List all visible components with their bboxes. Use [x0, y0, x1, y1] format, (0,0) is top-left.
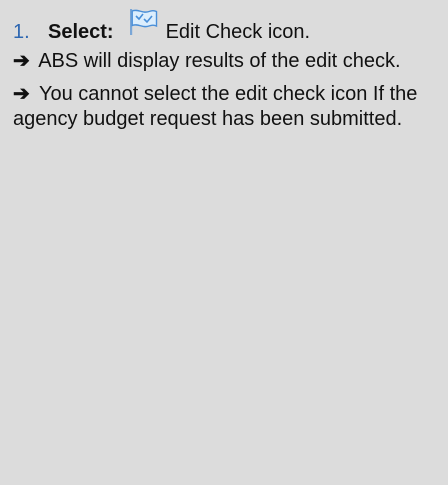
arrow-icon: ➔ [13, 83, 30, 105]
result-note-text: ABS will display results of the edit che… [38, 50, 401, 72]
edit-check-flag-icon [128, 7, 158, 43]
step-number: 1. [13, 21, 30, 43]
arrow-icon: ➔ [13, 50, 30, 72]
restriction-note-text: You cannot select the edit check icon If… [13, 83, 418, 130]
instruction-panel: 1. Select: Edit Check icon. ➔ ABS will d… [0, 0, 448, 485]
restriction-note: ➔ You cannot select the edit check icon … [0, 82, 436, 132]
step-target-text: Edit Check icon. [165, 21, 311, 43]
step-1: 1. Select: Edit Check icon. [0, 6, 436, 45]
step-action-label: Select: [48, 21, 114, 43]
result-note: ➔ ABS will display results of the edit c… [0, 49, 436, 74]
